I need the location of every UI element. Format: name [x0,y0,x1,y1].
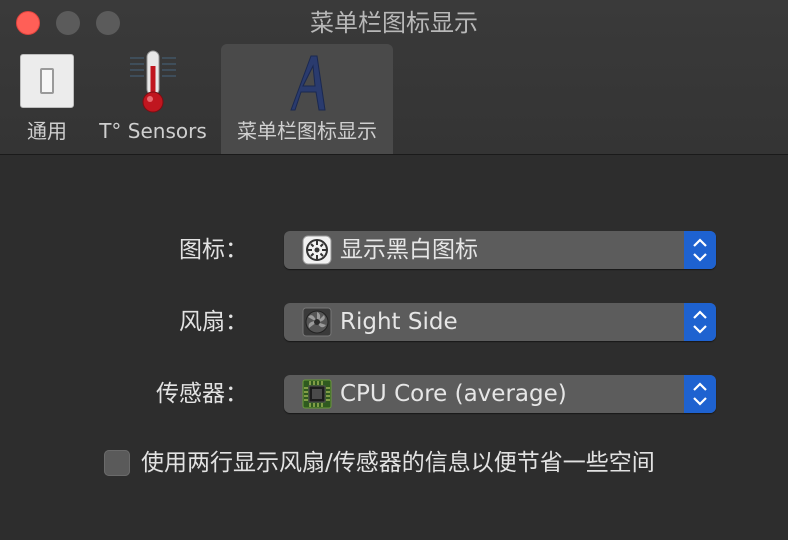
gauge-icon [302,235,332,265]
icon-label: 图标： [179,237,248,263]
two-line-checkbox-label[interactable]: 使用两行显示风扇/传感器的信息以便节省一些空间 [141,447,655,479]
icon-style-select[interactable]: 显示黑白图标 [284,231,716,269]
toolbar: 菜单栏图标显示 通用 T° Sensors 菜单栏图标显示 [0,0,788,155]
main-content: 图标： 显示黑白图标 风扇： Right Side 传感器： CPU Core … [0,155,788,540]
sensor-value: CPU Core (average) [340,381,567,407]
chevron-updown-icon[interactable] [684,303,716,341]
fan-icon [302,307,332,337]
light-switch-icon [20,54,74,108]
tab-label: 菜单栏图标显示 [237,119,377,143]
tab-label: 通用 [27,119,67,143]
fan-label: 风扇： [179,309,248,335]
tab-general[interactable]: 通用 [12,44,82,154]
tab-menubar-display[interactable]: 菜单栏图标显示 [221,44,393,154]
preferences-window: 菜单栏图标显示 通用 T° Sensors 菜单栏图标显示 图标： 显示黑白图标… [0,0,788,540]
fan-select[interactable]: Right Side [284,303,716,341]
tab-label: T° Sensors [99,119,207,143]
chevron-updown-icon[interactable] [684,375,716,413]
tab-sensors[interactable]: T° Sensors [92,44,214,154]
sensor-label: 传感器： [156,381,248,407]
letter-a-icon [290,55,326,111]
thermometer-icon [130,50,176,113]
icon-style-value: 显示黑白图标 [340,237,478,263]
two-line-checkbox[interactable] [104,450,130,476]
chevron-updown-icon[interactable] [684,231,716,269]
fan-value: Right Side [340,309,458,335]
sensor-select[interactable]: CPU Core (average) [284,375,716,413]
cpu-chip-icon [302,379,332,409]
window-title: 菜单栏图标显示 [310,9,478,37]
